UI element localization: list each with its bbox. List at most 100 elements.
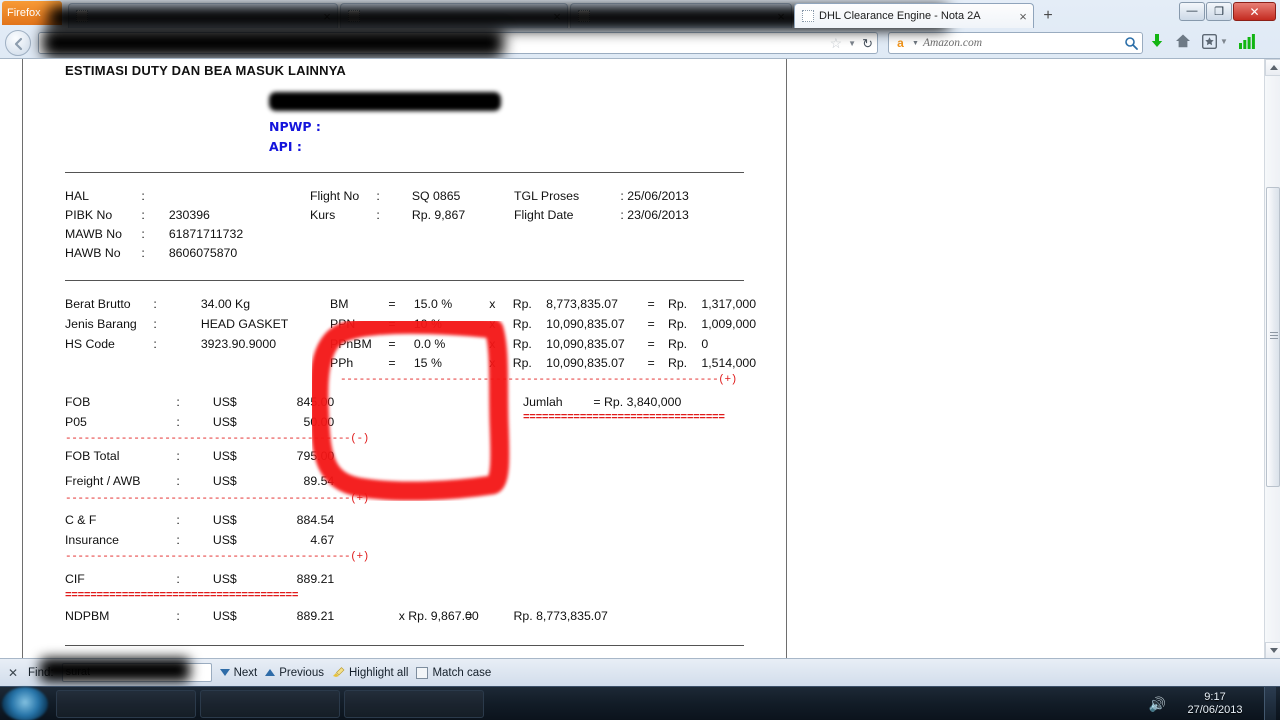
info-label: TGL Proses — [514, 189, 580, 203]
value-label: FOB Total — [65, 449, 120, 463]
tax-multiplier: x — [489, 317, 496, 331]
highlight-all-button[interactable]: Highlight all — [332, 667, 408, 679]
divider-middle — [65, 280, 744, 281]
match-case-label: Match case — [432, 666, 492, 679]
start-button[interactable] — [2, 687, 48, 720]
show-desktop-button[interactable] — [1264, 687, 1276, 720]
info-label: PIBK No — [65, 208, 113, 222]
clock[interactable]: 9:17 27/06/2013 — [1176, 691, 1254, 717]
goods-value: 34.00 Kg — [200, 297, 251, 311]
rule-minus-1: ----------------------------------------… — [65, 433, 369, 445]
find-close-icon[interactable]: ✕ — [6, 666, 20, 680]
tax-row-bm: BM = 15.0 % x Rp. 8,773,835.07 = Rp. 1,3… — [330, 297, 756, 311]
info-label: Flight No — [310, 189, 360, 203]
chevron-down-icon[interactable]: ▼ — [848, 39, 856, 48]
ndpbm-result: Rp. 8,773,835.07 — [513, 609, 608, 623]
amazon-search-engine-icon[interactable]: a — [893, 37, 908, 50]
info-value: : 25/06/2013 — [620, 189, 689, 203]
goods-separator: : — [153, 297, 157, 311]
tax-amount-currency: Rp. — [667, 297, 688, 311]
match-case-checkbox[interactable]: Match case — [416, 666, 492, 679]
divider-bottom — [65, 645, 744, 646]
system-tray: 🔊 9:17 27/06/2013 — [1149, 687, 1280, 720]
chevron-down-icon — [1270, 648, 1278, 653]
taskbar-item-3[interactable] — [344, 690, 484, 718]
checkbox-icon[interactable] — [416, 666, 429, 679]
info-separator: : — [376, 208, 380, 222]
vertical-scrollbar[interactable] — [1264, 59, 1280, 659]
minimize-button[interactable]: — — [1179, 2, 1205, 21]
search-input[interactable]: Amazon.com — [923, 37, 1120, 49]
tax-amount-currency: Rp. — [667, 317, 688, 331]
info-row-flight-no: Flight No : SQ 0865 — [310, 189, 460, 203]
taskbar-item-1[interactable] — [56, 690, 196, 718]
find-previous-label: Previous — [279, 666, 324, 679]
tax-amount-currency: Rp. — [667, 337, 688, 351]
scrollbar-thumb[interactable] — [1266, 187, 1280, 487]
chevron-up-icon — [1270, 65, 1278, 70]
tab-close-icon[interactable]: × — [1017, 9, 1029, 24]
tax-equals: = — [388, 337, 396, 351]
goods-row-hs-code: HS Code : 3923.90.9000 — [65, 337, 276, 351]
signal-bars-icon[interactable] — [1238, 33, 1255, 49]
company-name-redaction — [269, 92, 501, 111]
scroll-up-button[interactable] — [1265, 59, 1280, 76]
tax-row-pph: PPh = 15 % x Rp. 10,090,835.07 = Rp. 1,5… — [330, 356, 756, 370]
search-icon[interactable] — [1124, 36, 1138, 50]
find-bar: ✕ Find: surat Next Previous Highlight al… — [0, 658, 1280, 686]
goods-row-jenis-barang: Jenis Barang : HEAD GASKET — [65, 317, 288, 331]
tab-label: DHL Clearance Engine - Nota 2A — [819, 10, 981, 22]
value-currency: US$ — [212, 395, 237, 409]
value-amount: 795.00 — [296, 449, 335, 463]
find-previous-button[interactable]: Previous — [265, 667, 324, 679]
bookmarks-icon[interactable] — [1202, 33, 1217, 49]
redaction-overlay-urlbar — [42, 28, 504, 58]
chevron-down-icon[interactable]: ▼ — [1220, 37, 1228, 46]
info-separator: : — [141, 227, 145, 241]
back-button[interactable] — [5, 30, 31, 56]
info-value: 61871711732 — [168, 227, 244, 241]
find-next-label: Next — [233, 666, 258, 679]
find-next-button[interactable]: Next — [219, 666, 258, 679]
rule-plus-1: ----------------------------------------… — [65, 493, 369, 505]
tab-dhl-clearance-engine[interactable]: DHL Clearance Engine - Nota 2A × — [794, 3, 1034, 28]
value-currency: US$ — [212, 533, 237, 547]
jumlah-row: Jumlah = Rp. 3,840,000 — [523, 395, 681, 409]
bookmark-star-icon[interactable]: ☆ — [830, 35, 843, 52]
ndpbm-times: x Rp. 9,867.00 — [398, 609, 479, 623]
value-currency: US$ — [212, 513, 237, 527]
volume-icon[interactable]: 🔊 — [1149, 696, 1166, 713]
reload-icon[interactable]: ↻ — [862, 36, 873, 52]
tax-name: BM — [330, 297, 349, 311]
tax-equals-2: = — [647, 297, 655, 311]
goods-separator: : — [153, 337, 157, 351]
info-label: HAWB No — [65, 246, 121, 260]
value-amount: 845.00 — [296, 395, 335, 409]
info-row-hal: HAL : — [65, 189, 165, 203]
search-bar[interactable]: a ▼ Amazon.com — [888, 32, 1143, 54]
clock-date: 27/06/2013 — [1187, 704, 1243, 716]
info-value-text: 25/06/2013 — [627, 189, 689, 203]
ndpbm-amount: 889.21 — [296, 609, 335, 623]
value-amount: 89.54 — [303, 474, 335, 488]
value-amount: 889.21 — [296, 572, 335, 586]
api-label: API : — [269, 139, 302, 154]
goods-row-berat-brutto: Berat Brutto : 34.00 Kg — [65, 297, 250, 311]
home-icon[interactable] — [1175, 33, 1191, 49]
taskbar-item-2[interactable] — [200, 690, 340, 718]
close-window-button[interactable]: ✕ — [1233, 2, 1276, 21]
value-separator: : — [176, 533, 180, 547]
chevron-down-icon[interactable]: ▼ — [912, 40, 919, 47]
download-icon[interactable] — [1150, 33, 1164, 49]
arrow-down-icon — [219, 669, 230, 676]
info-value: : 23/06/2013 — [620, 208, 689, 222]
restore-button[interactable]: ❐ — [1206, 2, 1232, 21]
scroll-down-button[interactable] — [1265, 642, 1280, 659]
tax-rate: 10 % — [413, 317, 442, 331]
info-label: MAWB No — [65, 227, 122, 241]
new-tab-button[interactable]: + — [1037, 6, 1059, 26]
info-separator: : — [141, 208, 145, 222]
value-row-fob-total: FOB Total : US$ 795.00 — [65, 449, 334, 463]
value-currency: US$ — [212, 415, 237, 429]
info-value: 8606075870 — [168, 246, 238, 260]
